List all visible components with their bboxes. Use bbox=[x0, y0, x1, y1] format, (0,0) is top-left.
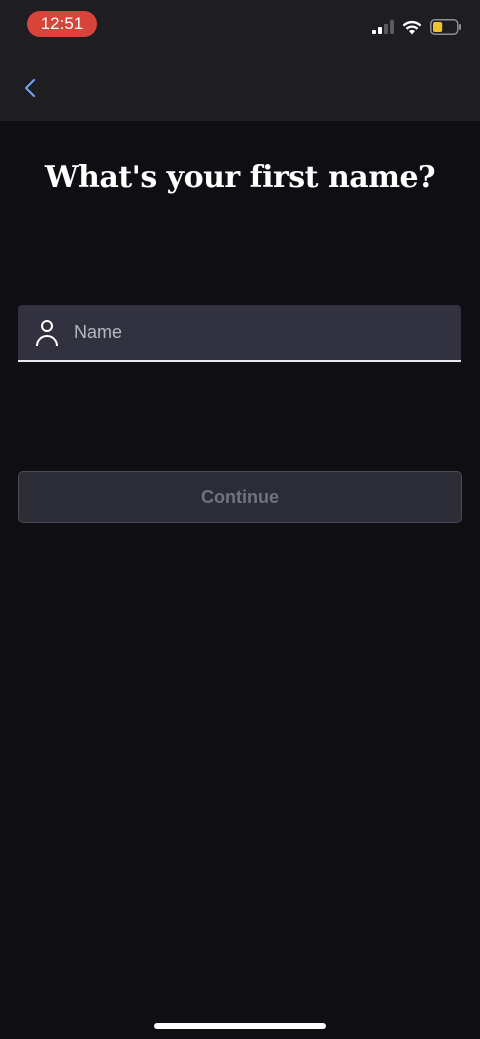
page-title: What's your first name? bbox=[44, 160, 436, 195]
continue-button[interactable]: Continue bbox=[18, 471, 462, 523]
battery-fill bbox=[433, 22, 443, 32]
status-bar: 12:51 bbox=[0, 0, 480, 50]
battery-icon bbox=[430, 19, 461, 35]
home-indicator bbox=[154, 1023, 326, 1029]
nav-bar bbox=[0, 50, 480, 121]
signal-icon bbox=[372, 20, 394, 34]
status-icons bbox=[372, 18, 462, 36]
status-time: 12:51 bbox=[27, 11, 97, 37]
chevron-left-icon bbox=[24, 78, 36, 98]
person-icon bbox=[36, 320, 58, 347]
wifi-icon bbox=[402, 20, 422, 34]
back-button[interactable] bbox=[14, 72, 46, 104]
screen: 12:51 What's your first name? Name Conti… bbox=[0, 0, 480, 1039]
name-input[interactable] bbox=[74, 305, 444, 360]
name-field[interactable] bbox=[18, 305, 461, 362]
